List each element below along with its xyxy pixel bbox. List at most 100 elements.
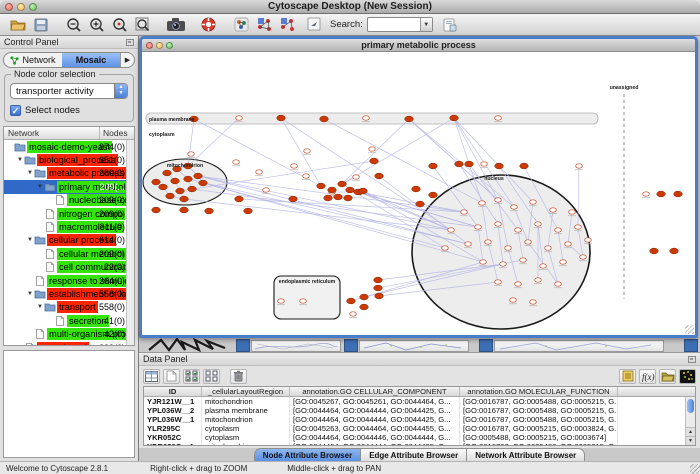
tree-row[interactable]: ▼cellular process614(0) xyxy=(4,234,134,247)
network-node[interactable] xyxy=(545,246,552,250)
network-node[interactable] xyxy=(263,188,270,192)
table-row[interactable]: YKR052Ccytoplasm[GO:0044464, GO:0044446,… xyxy=(144,433,695,442)
network-node[interactable] xyxy=(515,228,522,232)
disclosure-triangle-icon[interactable]: ▼ xyxy=(36,304,44,310)
tree-row[interactable]: ▼primary metabol209(... xyxy=(4,180,134,193)
network-from-selected-all-edges-icon[interactable] xyxy=(255,16,274,34)
network-node[interactable] xyxy=(363,116,370,120)
network-node[interactable] xyxy=(405,116,414,122)
network-node[interactable] xyxy=(442,246,449,250)
network-node[interactable] xyxy=(317,183,326,189)
tree-row[interactable]: nucleobase-co209(0) xyxy=(4,194,134,207)
network-node[interactable] xyxy=(530,300,537,304)
network-node[interactable] xyxy=(555,228,562,232)
disclosure-triangle-icon[interactable]: ▼ xyxy=(26,291,34,297)
network-node[interactable] xyxy=(670,248,679,254)
network-node[interactable] xyxy=(194,173,203,179)
network-node[interactable] xyxy=(205,208,214,214)
table-row[interactable]: YPL036W__1mitochondrion[GO:0044464, GO:0… xyxy=(144,415,695,424)
network-node[interactable] xyxy=(535,222,542,226)
network-node[interactable] xyxy=(256,170,263,174)
tree-row[interactable]: secretion41(0) xyxy=(4,314,134,327)
network-node[interactable] xyxy=(525,240,532,244)
network-node[interactable] xyxy=(152,179,161,185)
attribute-list-icon[interactable] xyxy=(619,369,636,384)
disclosure-triangle-icon[interactable]: ▼ xyxy=(26,170,34,176)
network-node[interactable] xyxy=(461,210,468,214)
table-row[interactable]: YLR295Ccytoplasm[GO:0045263, GO:0044464,… xyxy=(144,424,695,433)
tree-row[interactable]: unassigned223(0) xyxy=(4,341,134,345)
network-node[interactable] xyxy=(374,285,383,291)
network-node[interactable] xyxy=(555,282,562,286)
tree-scrollbar[interactable] xyxy=(126,140,134,345)
network-node[interactable] xyxy=(375,173,384,179)
network-node[interactable] xyxy=(560,260,567,264)
network-node[interactable] xyxy=(291,164,298,168)
network-node[interactable] xyxy=(338,181,347,187)
scroll-up-icon[interactable]: ▲ xyxy=(686,427,695,436)
network-node[interactable] xyxy=(236,116,243,120)
network-node[interactable] xyxy=(278,299,285,303)
tree-row[interactable]: macromolecule311(0) xyxy=(4,220,134,233)
float-panel-icon[interactable] xyxy=(126,39,134,46)
network-node[interactable] xyxy=(359,188,368,194)
network-node[interactable] xyxy=(657,191,666,197)
select-all-attributes-icon[interactable] xyxy=(183,369,200,384)
network-node[interactable] xyxy=(176,188,185,194)
network-node[interactable] xyxy=(495,116,502,120)
network-node[interactable] xyxy=(569,210,576,214)
zoom-fit-icon[interactable] xyxy=(133,16,152,34)
network-node[interactable] xyxy=(346,187,355,193)
network-node[interactable] xyxy=(159,184,168,190)
region-plasma-membrane[interactable] xyxy=(146,113,598,124)
background-window-titlebar[interactable] xyxy=(344,339,358,352)
node-color-dropdown[interactable]: transporter activity ▲▼ xyxy=(10,83,128,99)
network-node[interactable] xyxy=(576,164,583,168)
network-node[interactable] xyxy=(495,280,502,284)
new-attribute-icon[interactable] xyxy=(163,369,180,384)
network-node[interactable] xyxy=(450,115,459,121)
tab-node-attribute-browser[interactable]: Node Attribute Browser xyxy=(254,448,361,461)
network-node[interactable] xyxy=(530,200,537,204)
network-node[interactable] xyxy=(465,242,472,246)
network-node[interactable] xyxy=(540,264,547,268)
network-node[interactable] xyxy=(152,207,161,213)
network-node[interactable] xyxy=(520,258,527,262)
birdseye-view[interactable] xyxy=(3,350,135,458)
tab-overflow-icon[interactable]: ▶ xyxy=(120,53,134,67)
save-icon[interactable] xyxy=(31,16,50,34)
tree-row[interactable]: ▼transport558(0) xyxy=(4,301,134,314)
table-column-header[interactable]: annotation.GO MOLECULAR_FUNCTION xyxy=(460,387,618,396)
network-node[interactable] xyxy=(575,225,582,229)
network-window-titlebar[interactable]: primary metabolic process xyxy=(142,39,695,52)
network-node[interactable] xyxy=(353,175,360,179)
network-node[interactable] xyxy=(495,163,504,169)
network-node[interactable] xyxy=(303,174,310,178)
disclosure-triangle-icon[interactable]: ▼ xyxy=(26,237,34,243)
network-node[interactable] xyxy=(412,186,421,192)
network-edge[interactable] xyxy=(188,118,239,166)
network-node[interactable] xyxy=(199,180,208,186)
network-node[interactable] xyxy=(510,298,517,302)
tree-row[interactable]: response to stimulu264(0) xyxy=(4,274,134,287)
network-node[interactable] xyxy=(360,294,369,300)
tree-row[interactable]: nitrogen compo209(0) xyxy=(4,207,134,220)
network-node[interactable] xyxy=(320,116,329,122)
table-column-header[interactable]: ID xyxy=(144,387,202,396)
network-node[interactable] xyxy=(480,260,487,264)
tree-row[interactable]: mosaic-demo-yeast874(0) xyxy=(4,140,134,153)
snapshot-icon[interactable] xyxy=(166,16,185,34)
network-node[interactable] xyxy=(289,196,298,202)
tab-edge-attribute-browser[interactable]: Edge Attribute Browser xyxy=(360,448,467,461)
network-node[interactable] xyxy=(184,176,193,182)
background-window-titlebar[interactable] xyxy=(236,339,250,352)
tab-network[interactable]: Network xyxy=(4,53,62,67)
network-node[interactable] xyxy=(188,186,197,192)
select-nodes-checkbox[interactable]: ✓ xyxy=(10,105,21,116)
network-node[interactable] xyxy=(674,191,683,197)
tree-row[interactable]: cell communicat22(0) xyxy=(4,261,134,274)
tree-row[interactable]: multi-organism pro42(0) xyxy=(4,327,134,340)
network-node[interactable] xyxy=(374,277,383,283)
background-window-titlebar[interactable] xyxy=(684,339,698,352)
network-node[interactable] xyxy=(360,304,369,310)
